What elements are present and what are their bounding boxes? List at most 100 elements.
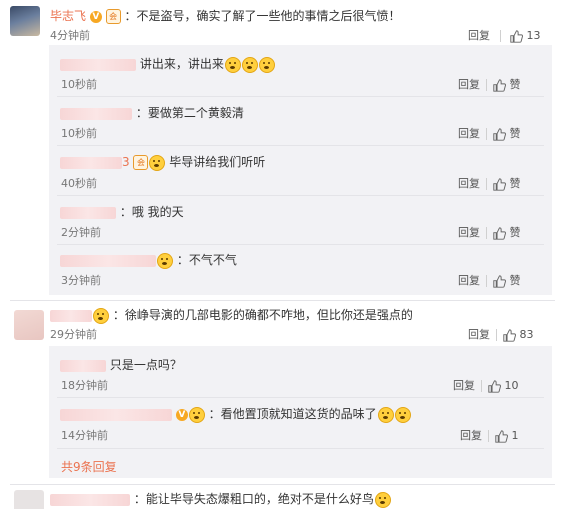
- comment-actions: 回复 83: [468, 326, 534, 342]
- reply-actions: 回复 赞: [458, 175, 521, 191]
- verified-icon: V: [89, 10, 102, 23]
- avatar[interactable]: [14, 490, 44, 509]
- divider: [57, 397, 544, 398]
- thumbs-up-icon: [510, 29, 523, 43]
- reply-author[interactable]: [60, 206, 116, 219]
- more-replies-link[interactable]: 共9条回复: [61, 458, 117, 475]
- reply-actions: 回复 10: [453, 377, 519, 393]
- like-button[interactable]: 83: [503, 328, 534, 342]
- reply-button[interactable]: 回复: [458, 78, 480, 91]
- reply-time: 10秒前: [61, 127, 97, 140]
- comment-actions: 回复 13: [468, 27, 541, 43]
- emoji-icon: [374, 491, 391, 508]
- comment-time: 29分钟前: [50, 328, 97, 341]
- reply-time: 40秒前: [61, 177, 97, 190]
- reply-actions: 回复 1: [460, 427, 519, 443]
- reply-item: 只是一点吗？: [60, 356, 182, 373]
- reply-button[interactable]: 回复: [458, 127, 480, 140]
- emoji-icon: [377, 406, 394, 423]
- reply-author[interactable]: [60, 408, 172, 421]
- avatar[interactable]: [14, 310, 44, 340]
- comment-text: ：能让毕导失态爆粗口的，绝对不是什么好鸟: [133, 492, 374, 506]
- author-name[interactable]: [50, 309, 92, 322]
- comment-header: 毕志飞 V 会 ：不是盗号，确实了解了一些他的事情之后很气愤！: [50, 7, 401, 24]
- emoji-icon: [188, 406, 205, 423]
- reply-item: 3 会 毕导讲给我们听听: [60, 153, 265, 171]
- emoji-icon: [241, 56, 258, 73]
- reply-text: ：看他置顶就知道这货的品味了: [208, 407, 377, 421]
- emoji-icon: [258, 56, 275, 73]
- like-button[interactable]: 赞: [493, 226, 521, 240]
- divider: [57, 244, 544, 245]
- reply-item: ：不气不气: [60, 251, 237, 269]
- reply-author[interactable]: [60, 58, 136, 71]
- emoji-icon: [149, 154, 166, 171]
- divider: [57, 448, 544, 449]
- verified-icon: V: [175, 408, 188, 421]
- reply-button[interactable]: 回复: [458, 177, 480, 190]
- reply-author[interactable]: [60, 359, 106, 372]
- comment-text: ：不是盗号，确实了解了一些他的事情之后很气愤！: [124, 9, 401, 23]
- thumbs-up-icon: [488, 379, 501, 393]
- like-button[interactable]: 赞: [493, 78, 521, 92]
- comment-divider: [10, 300, 555, 301]
- author-name[interactable]: 毕志飞: [50, 9, 86, 23]
- thumbs-up-icon: [493, 78, 506, 92]
- reply-author[interactable]: [60, 156, 122, 169]
- reply-button[interactable]: 回复: [453, 379, 475, 392]
- reply-button[interactable]: 回复: [458, 274, 480, 287]
- reply-text: ：不气不气: [176, 253, 237, 267]
- reply-item: 讲出来，讲出来: [60, 55, 275, 73]
- reply-actions: 回复 赞: [458, 76, 521, 92]
- reply-text: ：哦 我的天: [119, 205, 184, 219]
- thumbs-up-icon: [493, 177, 506, 191]
- like-button[interactable]: 赞: [493, 127, 521, 141]
- member-icon: 会: [133, 155, 149, 170]
- like-count: 10: [504, 379, 519, 392]
- thumbs-up-icon: [493, 274, 506, 288]
- reply-time: 18分钟前: [61, 379, 108, 392]
- reply-time: 10秒前: [61, 78, 97, 91]
- divider: [57, 96, 544, 97]
- emoji-icon: [394, 406, 411, 423]
- reply-button[interactable]: 回复: [460, 429, 482, 442]
- member-icon: 会: [105, 9, 121, 24]
- reply-actions: 回复 赞: [458, 272, 521, 288]
- reply-author[interactable]: [60, 254, 156, 267]
- author-name[interactable]: [50, 493, 130, 506]
- reply-text: 只是一点吗？: [109, 358, 182, 372]
- reply-time: 14分钟前: [61, 429, 108, 442]
- reply-button[interactable]: 回复: [458, 226, 480, 239]
- emoji-icon: [224, 56, 241, 73]
- reply-actions: 回复 赞: [458, 125, 521, 141]
- like-count: 1: [511, 429, 519, 442]
- like-button[interactable]: 10: [488, 379, 519, 393]
- divider: [57, 145, 544, 146]
- divider: [57, 195, 544, 196]
- reply-item: ：哦 我的天: [60, 203, 184, 220]
- reply-text: 毕导讲给我们听听: [169, 155, 266, 169]
- avatar[interactable]: [10, 6, 40, 36]
- like-count: 83: [519, 328, 534, 341]
- reply-item: V ：看他置顶就知道这货的品味了: [60, 405, 411, 423]
- reply-time: 2分钟前: [61, 226, 101, 239]
- like-button[interactable]: 1: [495, 429, 519, 443]
- reply-actions: 回复 赞: [458, 224, 521, 240]
- reply-button[interactable]: 回复: [468, 29, 490, 42]
- reply-text: ：要做第二个黄毅清: [135, 106, 244, 120]
- like-button[interactable]: 赞: [493, 274, 521, 288]
- like-button[interactable]: 13: [510, 29, 541, 43]
- thumbs-up-icon: [493, 226, 506, 240]
- thumbs-up-icon: [495, 429, 508, 443]
- comment-header: ：能让毕导失态爆粗口的，绝对不是什么好鸟: [50, 490, 391, 508]
- reply-button[interactable]: 回复: [468, 328, 490, 341]
- reply-text: 讲出来，讲出来: [139, 57, 224, 71]
- thumbs-up-icon: [503, 328, 516, 342]
- like-count: 13: [526, 29, 541, 42]
- like-button[interactable]: 赞: [493, 177, 521, 191]
- reply-item: ：要做第二个黄毅清: [60, 104, 244, 121]
- comment-time: 4分钟前: [50, 29, 90, 42]
- reply-author-suffix[interactable]: 3: [122, 155, 130, 169]
- comment-text: ：徐峥导演的几部电影的确都不咋地，但比你还是强点的: [112, 308, 413, 322]
- reply-author[interactable]: [60, 107, 132, 120]
